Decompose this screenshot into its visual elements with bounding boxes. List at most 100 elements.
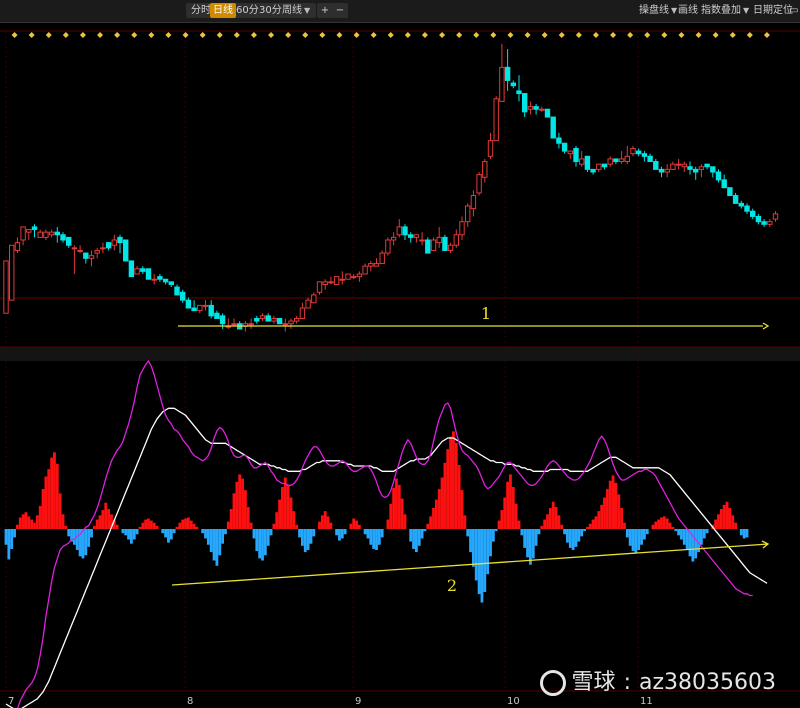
histogram-bar-positive [244, 490, 247, 529]
grid-lines [0, 30, 800, 692]
histogram-bar-positive [326, 516, 330, 529]
candle-down [721, 179, 727, 189]
histogram-bar-negative [263, 529, 267, 556]
histogram-bar-positive [617, 494, 621, 529]
signal-markers [11, 32, 770, 38]
candle-up [282, 323, 289, 326]
signal-diamond [233, 32, 240, 38]
candle-up [48, 231, 55, 236]
candle-up [351, 276, 357, 279]
x-tick-label: 8 [187, 696, 193, 707]
histogram-bar-positive [457, 464, 461, 529]
candle-up [294, 317, 300, 322]
histogram-bar-positive [623, 522, 626, 529]
histogram-bar-negative [255, 529, 259, 552]
histogram-bar-positive [662, 516, 666, 529]
candle-down [105, 242, 112, 249]
histogram-bar-positive [178, 522, 182, 529]
histogram-bar-positive [149, 520, 153, 529]
candle-down [145, 268, 152, 280]
histogram-bar-negative [303, 529, 307, 553]
histogram-bar-positive [429, 516, 433, 529]
candle-up [396, 226, 403, 236]
histogram-bar-positive [722, 504, 726, 529]
histogram-bar-negative [739, 529, 743, 536]
signal-diamond [11, 32, 18, 38]
histogram-bar-positive [426, 523, 430, 529]
candle-down [117, 236, 123, 244]
histogram-bar-positive [352, 518, 356, 529]
histogram-bar-positive [53, 452, 56, 529]
histogram-bar-negative [212, 529, 216, 561]
signal-diamond [250, 32, 257, 38]
histogram-bar-positive [272, 523, 276, 529]
histogram-bar-negative [209, 529, 213, 553]
histogram-bar-positive [511, 487, 515, 529]
candle-up [413, 234, 420, 238]
candle-down [60, 234, 66, 241]
histogram-bar-negative [73, 529, 76, 545]
histogram-bar-negative [363, 529, 367, 535]
histogram-bar-positive [355, 520, 358, 529]
x-tick-label: 11 [640, 696, 653, 707]
candle-up [3, 260, 9, 314]
signal-diamond [45, 32, 52, 38]
candle-up [767, 221, 773, 225]
histogram-bar-negative [298, 529, 301, 538]
candle-up [299, 307, 306, 319]
candle-down [744, 205, 750, 212]
histogram-bar-positive [597, 511, 601, 529]
histogram-bar-negative [67, 529, 71, 537]
histogram-bar-positive [107, 509, 110, 529]
histogram-bar-negative [625, 529, 629, 538]
histogram-bar-negative [491, 529, 495, 542]
histogram-bar-negative [266, 529, 270, 546]
histogram-bar-positive [329, 522, 333, 529]
histogram-bar-positive [452, 431, 455, 529]
candle-down [715, 171, 722, 181]
candle-down [265, 315, 271, 322]
histogram-bar-positive [184, 518, 187, 529]
histogram-bar-negative [380, 529, 384, 538]
candle-up [618, 158, 625, 163]
histogram-bar-negative [742, 529, 746, 539]
histogram-bar-positive [540, 525, 544, 529]
histogram-bar-negative [301, 529, 304, 546]
candle-down [83, 252, 89, 259]
signal-diamond [610, 32, 617, 38]
candle-up [311, 294, 317, 304]
candle-down [191, 307, 197, 312]
histogram-bar-positive [141, 522, 145, 529]
candle-down [504, 66, 511, 81]
candle-down [162, 278, 169, 283]
candle-down [185, 299, 192, 309]
histogram-bar-positive [50, 457, 53, 529]
candle-up [476, 174, 482, 194]
candle-down [727, 187, 733, 197]
candle-down [402, 226, 408, 236]
candle-down [550, 116, 556, 139]
candle-down [168, 281, 175, 285]
histogram-bar-negative [677, 529, 680, 536]
signal-diamond [575, 32, 582, 38]
histogram-bar-negative [566, 529, 569, 543]
histogram-bar-negative [580, 529, 584, 537]
candle-down [590, 168, 596, 173]
histogram-bar-negative [680, 529, 683, 540]
histogram-bar-negative [309, 529, 313, 544]
histogram-bar-negative [583, 529, 586, 532]
candle-up [664, 168, 670, 173]
histogram-bar-positive [671, 526, 675, 529]
histogram-bar-negative [534, 529, 538, 546]
candle-down [544, 108, 551, 118]
chart-canvas[interactable]: 1 2 7 8 9 10 11 [0, 0, 800, 708]
histogram-bar-positive [392, 488, 395, 529]
histogram-bar-negative [526, 529, 529, 558]
candle-up [288, 320, 294, 325]
macd-lines [5, 359, 768, 708]
candle-up [259, 315, 266, 319]
candle-down [750, 210, 756, 217]
histogram-bar-negative [634, 529, 638, 554]
histogram-bar-positive [24, 512, 28, 529]
signal-diamond [62, 32, 69, 38]
